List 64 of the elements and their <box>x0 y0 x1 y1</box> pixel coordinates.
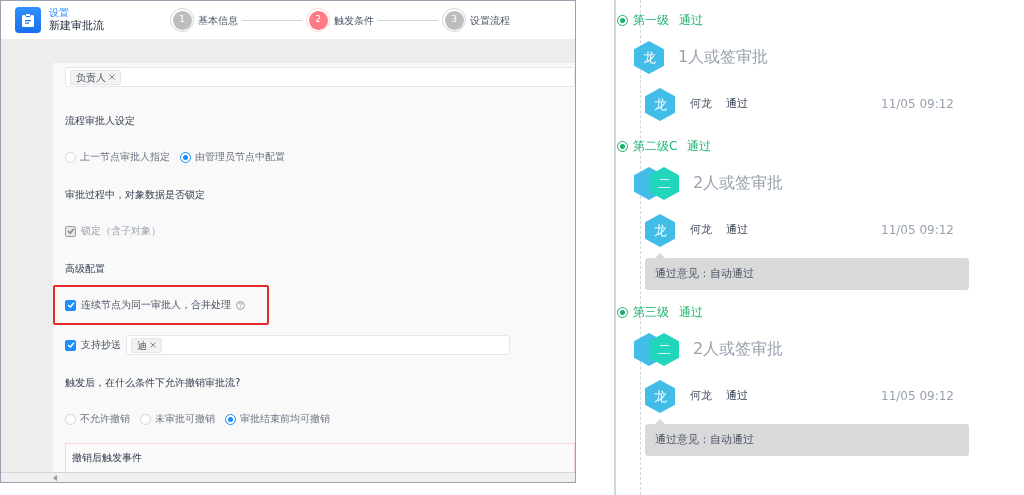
approval-status: 通过 <box>726 95 748 112</box>
approval-status: 通过 <box>726 387 748 404</box>
radio-label: 不允许撤销 <box>80 411 130 426</box>
tag-text: 迪 <box>137 338 147 353</box>
level-status: 通过 <box>679 12 703 29</box>
panel-title: 撤销后触发事件 <box>72 450 142 465</box>
comment-text: 通过意见：自动通过 <box>655 431 754 448</box>
avatar: 龙 <box>645 213 675 247</box>
checkbox[interactable] <box>65 339 76 351</box>
avatar: 龙 <box>634 40 664 74</box>
radio-label: 未审批可撤销 <box>155 411 215 426</box>
step-label: 基本信息 <box>198 13 238 28</box>
page-title: 新建审批流 <box>49 19 104 34</box>
radio-label: 审批结束前均可撤销 <box>240 411 330 426</box>
level-title: 第二级C <box>633 138 678 155</box>
timeline-dot-icon <box>617 306 628 318</box>
step-number: 3 <box>444 10 464 30</box>
close-icon[interactable] <box>109 74 115 80</box>
avatar: 二 <box>649 166 679 200</box>
breadcrumb-link[interactable]: 设置 <box>49 6 104 20</box>
approver-name: 何龙 <box>690 95 712 112</box>
approval-time: 11/05 09:12 <box>881 222 954 239</box>
checkbox[interactable] <box>65 299 76 311</box>
approval-time: 11/05 09:12 <box>881 388 954 405</box>
approval-time: 11/05 09:12 <box>881 96 954 113</box>
comment-text: 通过意见：自动通过 <box>655 265 754 282</box>
step-label: 设置流程 <box>470 13 510 28</box>
section-label: 流程审批人设定 <box>65 113 135 128</box>
tag-input-field[interactable]: 迪 <box>126 335 510 355</box>
timeline-dot-icon <box>617 140 628 152</box>
approver-name: 何龙 <box>690 221 712 238</box>
avatar: 二 <box>649 332 679 366</box>
section-label: 触发后，在什么条件下允许撤销审批流? <box>65 375 241 390</box>
avatar: 龙 <box>645 87 675 121</box>
scroll-left-icon[interactable] <box>53 474 58 481</box>
section-label: 高级配置 <box>65 261 105 276</box>
tag-input-field[interactable]: 负责人 <box>65 67 575 87</box>
approval-status: 通过 <box>726 221 748 238</box>
approval-summary: 2人或签审批 <box>693 338 784 360</box>
avatar: 龙 <box>645 379 675 413</box>
checkbox-label: 支持抄送 <box>81 337 121 352</box>
scrollbar[interactable] <box>1 472 575 482</box>
level-status: 通过 <box>687 138 712 155</box>
level-title: 第一级 <box>633 12 669 29</box>
checkbox-label: 连续节点为同一审批人，合并处理 <box>81 297 231 312</box>
clipboard-icon <box>15 7 41 33</box>
radio-label: 由管理员节点中配置 <box>195 149 285 164</box>
radio-button[interactable] <box>180 151 191 163</box>
close-icon[interactable] <box>150 342 156 348</box>
timeline-dot-icon <box>617 14 628 26</box>
section-label: 审批过程中，对象数据是否锁定 <box>65 187 205 202</box>
radio-label: 上一节点审批人指定 <box>80 149 170 164</box>
level-status: 通过 <box>679 304 703 321</box>
approval-summary: 1人或签审批 <box>678 46 769 68</box>
step-number: 2 <box>308 10 328 30</box>
step-label: 触发条件 <box>334 13 374 28</box>
help-icon[interactable] <box>236 300 245 310</box>
approval-summary: 2人或签审批 <box>693 172 784 194</box>
radio-button[interactable] <box>225 413 236 425</box>
checkbox-label: 锁定（含子对象） <box>81 223 161 238</box>
step-number: 1 <box>172 10 192 30</box>
tag-text: 负责人 <box>76 70 106 85</box>
level-title: 第三级 <box>633 304 669 321</box>
approver-name: 何龙 <box>690 387 712 404</box>
